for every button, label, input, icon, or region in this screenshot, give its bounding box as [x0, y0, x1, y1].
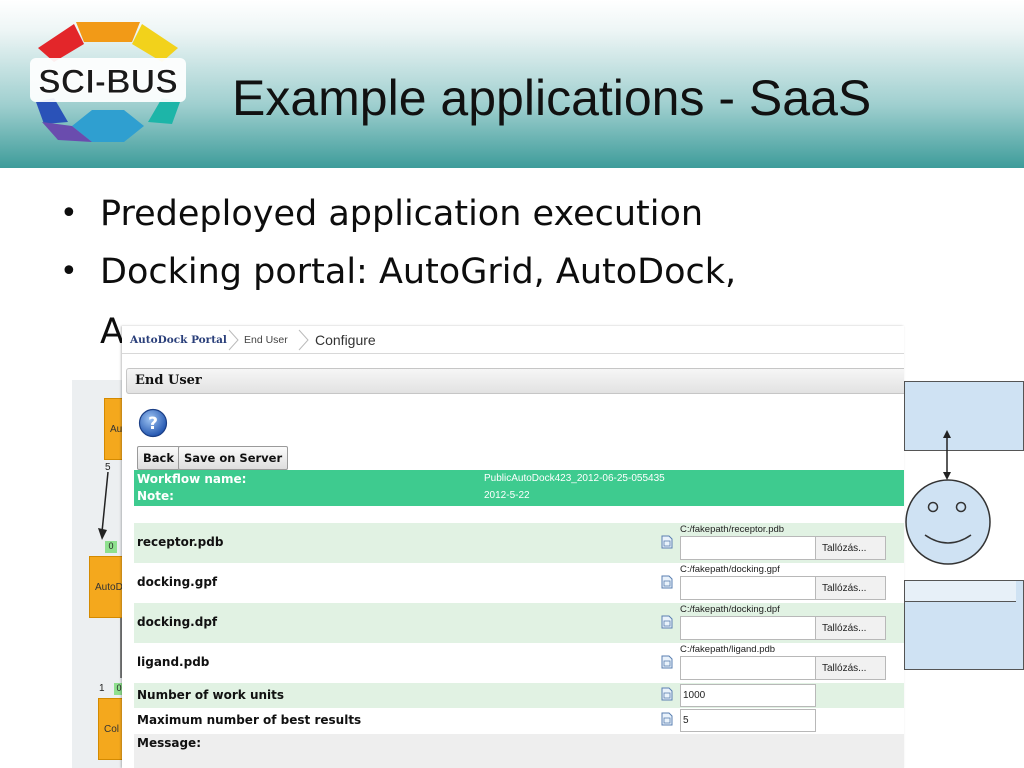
parameter-row-best-results: Maximum number of best results 5	[134, 708, 904, 733]
chevron-right-icon	[228, 329, 239, 351]
file-upload-icon[interactable]	[661, 615, 673, 629]
browse-button[interactable]: Tallózás...	[816, 576, 886, 600]
bullet-dot: •	[60, 254, 78, 289]
sci-bus-logo: SCI-BUS	[30, 22, 186, 142]
node-label: AutoD	[95, 582, 123, 593]
file-path-text: C:/fakepath/receptor.pdb	[680, 524, 785, 535]
parameter-label: Number of work units	[137, 688, 285, 702]
workflow-name-label: Workflow name:	[137, 472, 247, 486]
file-path-text: C:/fakepath/ligand.pdb	[680, 644, 776, 655]
ligand-file-input[interactable]	[680, 656, 816, 680]
help-icon[interactable]: ?	[138, 408, 168, 438]
connector-line	[98, 472, 109, 540]
breadcrumb-item-autodock-portal[interactable]: AutoDock Portal	[130, 326, 227, 354]
file-upload-icon[interactable]	[661, 535, 673, 549]
logo-text: SCI-BUS	[38, 63, 178, 101]
bullet-continuation: A	[100, 312, 124, 352]
file-upload-icon[interactable]	[661, 655, 673, 669]
parameter-row-ligand: ligand.pdb C:/fakepath/ligand.pdb Tallóz…	[134, 643, 904, 683]
parameter-label: ligand.pdb	[137, 655, 210, 669]
file-path-text: C:/fakepath/docking.gpf	[680, 564, 780, 575]
bullet-dot: •	[60, 196, 78, 231]
file-upload-icon[interactable]	[661, 687, 673, 701]
svg-text:?: ?	[148, 414, 158, 434]
docking-dpf-file-input[interactable]	[680, 616, 816, 640]
section-header-end-user: End User	[126, 368, 904, 394]
message-label: Message:	[137, 736, 201, 750]
slide-title: Example applications - SaaS	[232, 70, 872, 126]
work-units-input[interactable]: 1000	[680, 684, 816, 707]
parameter-label: docking.gpf	[137, 575, 218, 589]
browse-button[interactable]: Tallózás...	[816, 616, 886, 640]
section-title: End User	[135, 373, 202, 388]
best-results-input[interactable]: 5	[680, 709, 816, 732]
parameter-row-work-units: Number of work units 1000	[134, 683, 904, 708]
note-value: 2012-5-22	[484, 490, 530, 501]
slide-header: SCI-BUS Example applications - SaaS	[0, 0, 1024, 168]
node-label: Col	[104, 724, 120, 735]
bullet-list: • Predeployed application execution • Do…	[58, 190, 1018, 306]
note-label: Note:	[137, 489, 174, 503]
parameter-row-docking-gpf: docking.gpf C:/fakepath/docking.gpf Tall…	[134, 563, 904, 603]
port-green: 0	[105, 541, 117, 553]
autodock-portal-window: AutoDock Portal End User Configure End U…	[122, 326, 904, 768]
bullet-text: Predeployed application execution	[100, 194, 704, 234]
file-upload-icon[interactable]	[661, 575, 673, 589]
node-label: Au	[110, 424, 123, 435]
file-upload-icon[interactable]	[661, 712, 673, 726]
docking-gpf-file-input[interactable]	[680, 576, 816, 600]
parameter-row-receptor: receptor.pdb C:/fakepath/receptor.pdb Ta…	[134, 523, 904, 563]
receptor-file-input[interactable]	[680, 536, 816, 560]
parameter-row-docking-dpf: docking.dpf C:/fakepath/docking.dpf Tall…	[134, 603, 904, 643]
parameter-label: receptor.pdb	[137, 535, 224, 549]
bullet-item: • Predeployed application execution	[58, 190, 1018, 248]
parameter-label: Maximum number of best results	[137, 713, 362, 727]
message-row: Message:	[134, 734, 904, 768]
chevron-right-icon	[298, 329, 309, 351]
workflow-info-header: Workflow name: PublicAutoDock423_2012-06…	[134, 470, 904, 506]
back-button[interactable]: Back	[137, 446, 180, 470]
breadcrumb: AutoDock Portal End User Configure	[122, 326, 904, 354]
right-diagram-box-inner	[904, 580, 1016, 602]
breadcrumb-item-end-user[interactable]: End User	[244, 326, 288, 354]
browse-button[interactable]: Tallózás...	[816, 536, 886, 560]
file-path-text: C:/fakepath/docking.dpf	[680, 604, 780, 615]
parameter-label: docking.dpf	[137, 615, 218, 629]
workflow-name-value: PublicAutoDock423_2012-06-25-055435	[484, 473, 665, 484]
double-arrow-icon	[943, 430, 951, 480]
bullet-item: • Docking portal: AutoGrid, AutoDock,	[58, 248, 1018, 306]
port-number: 1	[99, 683, 105, 694]
breadcrumb-item-configure[interactable]: Configure	[315, 326, 376, 354]
bullet-text: Docking portal: AutoGrid, AutoDock,	[100, 252, 737, 292]
browse-button[interactable]: Tallózás...	[816, 656, 886, 680]
save-on-server-button[interactable]: Save on Server	[178, 446, 289, 470]
smiley-face-icon	[905, 479, 991, 565]
right-diagram-box-top	[904, 381, 1024, 451]
parameter-table: receptor.pdb C:/fakepath/receptor.pdb Ta…	[134, 523, 904, 733]
